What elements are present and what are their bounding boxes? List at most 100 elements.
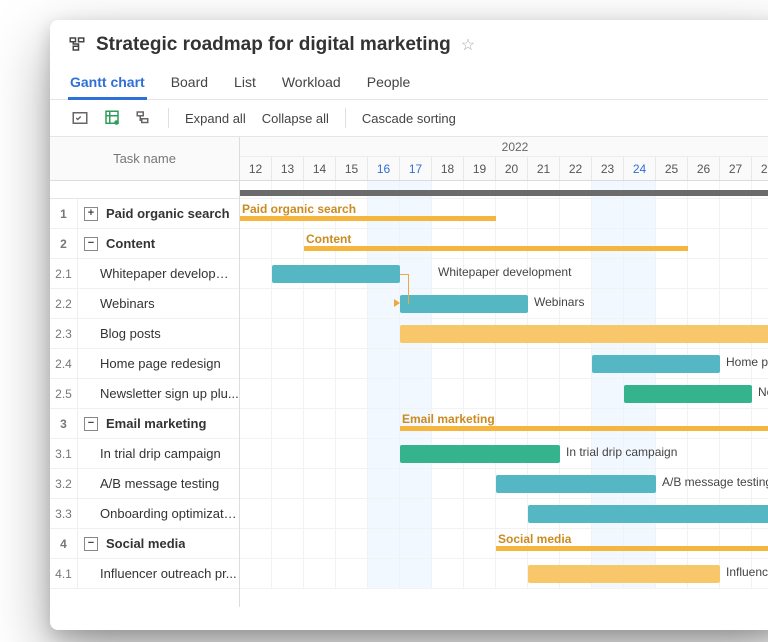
row-index: 2.3	[50, 319, 78, 348]
tab-gantt-chart[interactable]: Gantt chart	[68, 66, 147, 99]
task-row[interactable]: 2.5 Newsletter sign up plu...	[50, 379, 239, 409]
collapse-icon[interactable]: −	[84, 237, 98, 251]
dependency-arrow-icon	[394, 299, 400, 307]
dependency-link	[408, 274, 409, 304]
row-index: 3	[50, 409, 78, 438]
row-index: 2.5	[50, 379, 78, 408]
task-row[interactable]: 2−Content	[50, 229, 239, 259]
task-name[interactable]: −Social media	[78, 529, 239, 558]
task-bar[interactable]	[592, 355, 720, 373]
day-25: 25	[656, 157, 688, 180]
task-row[interactable]: 4−Social media	[50, 529, 239, 559]
row-index: 2.2	[50, 289, 78, 318]
tab-list[interactable]: List	[232, 66, 258, 99]
tab-workload[interactable]: Workload	[280, 66, 343, 99]
collapse-icon[interactable]: −	[84, 417, 98, 431]
gantt-row: A/B message testing	[240, 469, 768, 499]
separator	[168, 108, 169, 128]
task-name-header: Task name	[50, 137, 239, 181]
day-16: 16	[368, 157, 400, 180]
header: Strategic roadmap for digital marketing …	[50, 20, 768, 56]
task-row[interactable]: 2.1Whitepaper development	[50, 259, 239, 289]
row-index: 4	[50, 529, 78, 558]
group-bar[interactable]: Social media	[496, 546, 768, 551]
timeline-pane[interactable]: 2022 1213141516171819202122232425262728 …	[240, 137, 768, 607]
task-row[interactable]: 3−Email marketing	[50, 409, 239, 439]
task-name[interactable]: Onboarding optimization	[78, 499, 239, 528]
task-label: Blog posts	[100, 326, 161, 341]
task-name[interactable]: Webinars	[78, 289, 239, 318]
day-19: 19	[464, 157, 496, 180]
task-bar[interactable]	[496, 475, 656, 493]
gantt-row: Email marketing	[240, 409, 768, 439]
expand-all-button[interactable]: Expand all	[181, 108, 250, 129]
gantt-row: Blog posts	[240, 319, 768, 349]
day-15: 15	[336, 157, 368, 180]
timeline-scrollbar[interactable]	[240, 181, 768, 199]
task-bar[interactable]	[400, 445, 560, 463]
cascade-sorting-button[interactable]: Cascade sorting	[358, 108, 460, 129]
group-bar[interactable]: Content	[304, 246, 688, 251]
task-name[interactable]: −Content	[78, 229, 239, 258]
gantt-row: Webinars	[240, 289, 768, 319]
group-bar[interactable]: Email marketing	[400, 426, 768, 431]
task-label: Home page redesign	[100, 356, 221, 371]
gantt-chart: Paid organic search Content Whitepaper dev…	[240, 181, 768, 589]
expand-icon[interactable]: +	[84, 207, 98, 221]
row-index: 3.3	[50, 499, 78, 528]
row-index: 2	[50, 229, 78, 258]
task-row[interactable]: 3.1In trial drip campaign	[50, 439, 239, 469]
star-icon[interactable]: ☆	[461, 35, 475, 55]
task-bar[interactable]	[528, 505, 768, 523]
task-bar-label: Home page redesign	[726, 355, 768, 369]
gantt-row: Whitepaper development	[240, 259, 768, 289]
task-bar[interactable]	[272, 265, 400, 283]
task-label: Newsletter sign up plu...	[100, 386, 239, 401]
gantt-row: Content	[240, 229, 768, 259]
task-row[interactable]: 3.3Onboarding optimization	[50, 499, 239, 529]
task-row[interactable]: 2.3 Blog posts	[50, 319, 239, 349]
row-index: 2.4	[50, 349, 78, 378]
baseline-icon[interactable]	[100, 107, 124, 129]
task-row[interactable]: 4.1Influencer outreach pr...	[50, 559, 239, 589]
task-bar[interactable]	[624, 385, 752, 403]
task-name[interactable]: Blog posts	[78, 319, 239, 348]
task-name[interactable]: In trial drip campaign	[78, 439, 239, 468]
task-bar[interactable]	[400, 325, 768, 343]
gantt-row: Social media	[240, 529, 768, 559]
collapse-icon[interactable]: −	[84, 537, 98, 551]
day-24: 24	[624, 157, 656, 180]
task-name[interactable]: + Paid organic search	[78, 199, 239, 228]
group-label: Content	[306, 232, 351, 246]
day-22: 22	[560, 157, 592, 180]
task-name[interactable]: −Email marketing	[78, 409, 239, 438]
task-bar[interactable]	[528, 565, 720, 583]
task-column: Task name 1+Paid organic search2−Content…	[50, 137, 240, 607]
task-name[interactable]: Whitepaper development	[78, 259, 239, 288]
collapse-all-button[interactable]: Collapse all	[258, 108, 333, 129]
day-27: 27	[720, 157, 752, 180]
view-tabs: Gantt chart Board List Workload People	[50, 66, 768, 100]
task-label: Paid organic search	[106, 206, 230, 221]
task-label: Influencer outreach pr...	[100, 566, 237, 581]
task-row[interactable]: 2.2Webinars	[50, 289, 239, 319]
day-14: 14	[304, 157, 336, 180]
task-bar[interactable]	[400, 295, 528, 313]
tab-people[interactable]: People	[365, 66, 413, 99]
task-bar-label: Influencer outreach program	[726, 565, 768, 579]
day-26: 26	[688, 157, 720, 180]
task-name[interactable]: Influencer outreach pr...	[78, 559, 239, 588]
task-name[interactable]: Newsletter sign up plu...	[78, 379, 239, 408]
gantt-grid: Task name 1+Paid organic search2−Content…	[50, 137, 768, 607]
subtasks-icon[interactable]	[132, 107, 156, 129]
tab-board[interactable]: Board	[169, 66, 210, 99]
group-bar[interactable]: Paid organic search	[240, 216, 496, 221]
task-row[interactable]: 1+Paid organic search	[50, 199, 239, 229]
task-row[interactable]: 2.4 Home page redesign	[50, 349, 239, 379]
task-bar-label: A/B message testing	[662, 475, 768, 489]
checklist-icon[interactable]	[68, 107, 92, 129]
task-name[interactable]: A/B message testing	[78, 469, 239, 498]
app-window: Strategic roadmap for digital marketing …	[50, 20, 768, 630]
task-row[interactable]: 3.2A/B message testing	[50, 469, 239, 499]
task-name[interactable]: Home page redesign	[78, 349, 239, 378]
